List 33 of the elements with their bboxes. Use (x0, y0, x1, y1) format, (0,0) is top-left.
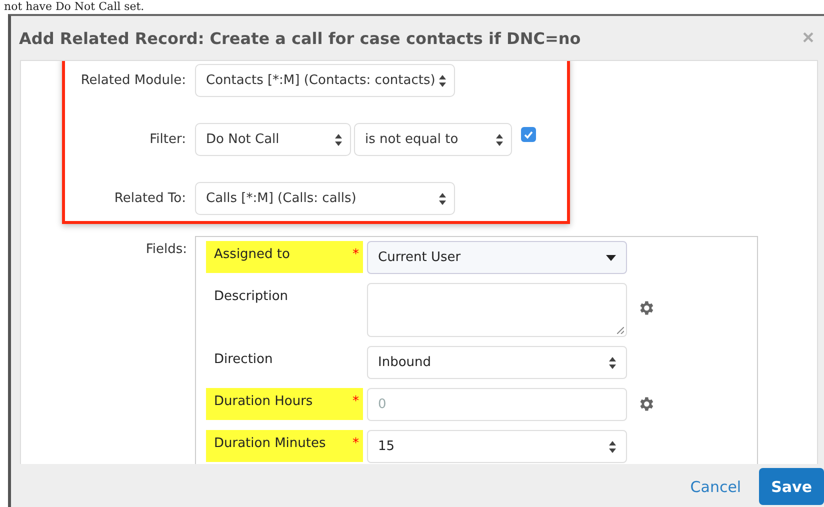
cancel-link[interactable]: Cancel (690, 478, 742, 496)
field-label: Related Module: (80, 73, 186, 88)
operator-select[interactable]: is not equal to (354, 123, 512, 156)
caption-text: not have Do Not Call set. (4, 0, 144, 13)
field-label: Related To: (113, 191, 186, 206)
dialog-title: Add Related Record: Create a call for case contacts if DNC=no (19, 28, 581, 48)
required-mark: * (352, 247, 359, 264)
select-arrows-icon (439, 192, 446, 204)
select-arrows-icon (496, 134, 503, 146)
field-label: Duration Minutes * (206, 430, 363, 462)
field-label: Description (213, 288, 290, 306)
required-mark: * (352, 394, 359, 411)
field-label: Direction (213, 351, 274, 369)
assigned-dropdown[interactable]: Current User (367, 241, 627, 274)
select-field[interactable]: 15 (367, 430, 627, 463)
check-icon (524, 130, 533, 138)
caret-icon (606, 254, 616, 260)
select-arrows-icon (609, 440, 616, 452)
field-label: Duration Hours * (206, 388, 363, 420)
resize-handle-icon (617, 327, 624, 334)
module-select[interactable]: Contacts [*:M] (Contacts: contacts) (195, 64, 455, 97)
filter-field-select[interactable]: Do Not Call (195, 123, 351, 156)
select-arrows-icon (439, 74, 446, 86)
field-label: Filter: (148, 132, 186, 147)
field-label: Assigned to * (206, 241, 363, 273)
related-select[interactable]: Calls [*:M] (Calls: calls) (195, 182, 455, 215)
select-arrows-icon (335, 134, 342, 146)
checkbox[interactable] (521, 127, 536, 142)
select-arrows-icon (609, 356, 616, 368)
save-button[interactable]: Save (759, 468, 824, 505)
required-mark: * (352, 436, 359, 453)
select-field[interactable]: Inbound (367, 346, 627, 379)
field-label: Fields: (144, 241, 187, 259)
